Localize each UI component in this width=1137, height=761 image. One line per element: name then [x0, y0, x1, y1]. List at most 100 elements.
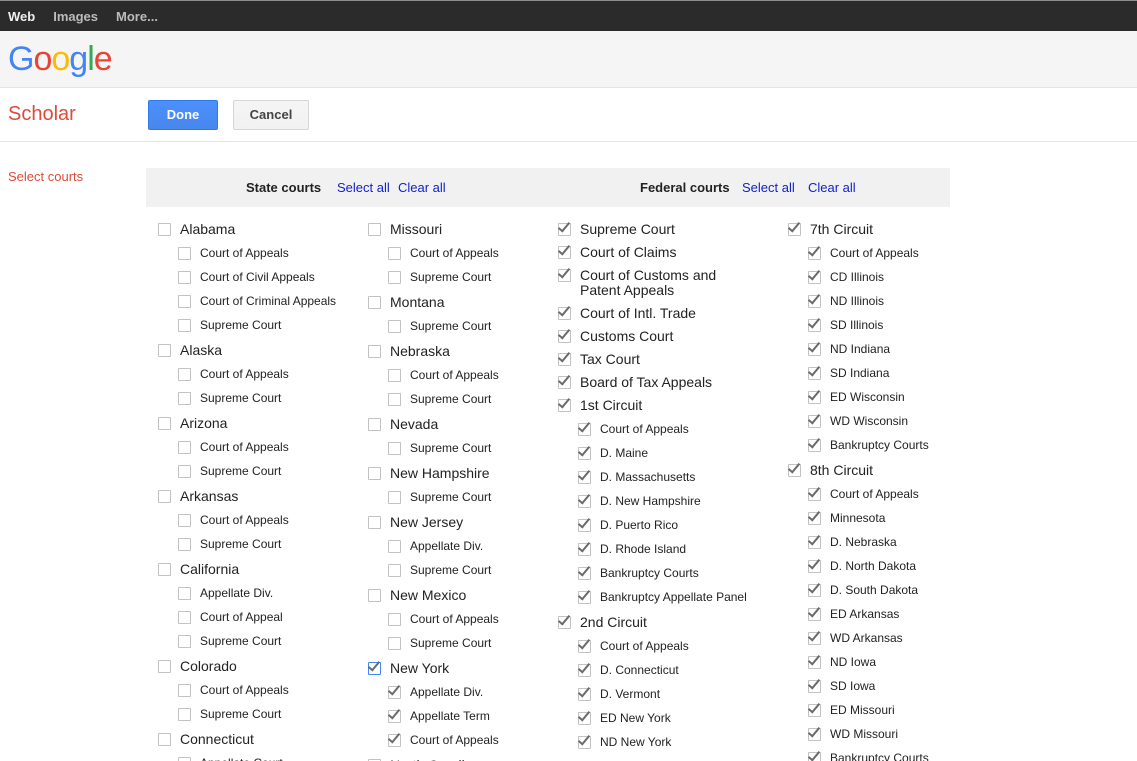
court-label[interactable]: Alaska: [180, 343, 222, 358]
court-row[interactable]: CD Illinois: [808, 270, 983, 285]
court-label[interactable]: Court of Customs and Patent Appeals: [580, 268, 758, 298]
court-checkbox[interactable]: [178, 441, 191, 454]
court-row[interactable]: ND New York: [578, 735, 758, 750]
court-checkbox[interactable]: [808, 608, 821, 621]
court-row[interactable]: Supreme Court: [178, 318, 363, 333]
court-label[interactable]: ED Missouri: [830, 703, 895, 718]
court-row[interactable]: WD Missouri: [808, 727, 983, 742]
court-label[interactable]: Appellate Div.: [410, 539, 483, 554]
court-row[interactable]: Court of Appeals: [178, 367, 363, 382]
court-row[interactable]: SD Indiana: [808, 366, 983, 381]
court-label[interactable]: D. South Dakota: [830, 583, 918, 598]
court-label[interactable]: Court of Appeal: [200, 610, 283, 625]
court-checkbox[interactable]: [808, 704, 821, 717]
court-checkbox[interactable]: [578, 495, 591, 508]
court-row[interactable]: Court of Civil Appeals: [178, 270, 363, 285]
court-row[interactable]: D. New Hampshire: [578, 494, 758, 509]
court-row[interactable]: Appellate Term: [388, 709, 553, 724]
court-checkbox[interactable]: [808, 367, 821, 380]
court-checkbox[interactable]: [178, 684, 191, 697]
court-row[interactable]: D. Puerto Rico: [578, 518, 758, 533]
court-checkbox[interactable]: [558, 269, 571, 282]
court-label[interactable]: 8th Circuit: [810, 463, 873, 478]
court-checkbox[interactable]: [368, 296, 381, 309]
court-label[interactable]: New York: [390, 661, 449, 676]
court-checkbox[interactable]: [388, 442, 401, 455]
court-checkbox[interactable]: [158, 223, 171, 236]
court-checkbox[interactable]: [178, 708, 191, 721]
court-label[interactable]: Board of Tax Appeals: [580, 375, 712, 390]
court-label[interactable]: Nebraska: [390, 344, 450, 359]
court-label[interactable]: Bankruptcy Courts: [830, 438, 929, 453]
court-row[interactable]: Supreme Court: [178, 537, 363, 552]
court-label[interactable]: Court of Appeals: [830, 246, 919, 261]
court-row[interactable]: Supreme Court: [178, 464, 363, 479]
court-checkbox[interactable]: [808, 415, 821, 428]
court-checkbox[interactable]: [178, 635, 191, 648]
court-checkbox[interactable]: [368, 418, 381, 431]
court-row[interactable]: Bankruptcy Courts: [578, 566, 758, 581]
court-checkbox[interactable]: [178, 368, 191, 381]
court-label[interactable]: New Mexico: [390, 588, 466, 603]
court-label[interactable]: Supreme Court: [410, 392, 491, 407]
court-label[interactable]: Supreme Court: [200, 318, 281, 333]
court-row[interactable]: Court of Appeals: [178, 683, 363, 698]
court-row[interactable]: Supreme Court: [388, 392, 553, 407]
court-checkbox[interactable]: [388, 369, 401, 382]
court-row[interactable]: Montana: [368, 295, 553, 310]
court-row[interactable]: WD Arkansas: [808, 631, 983, 646]
court-checkbox[interactable]: [178, 271, 191, 284]
court-label[interactable]: Court of Criminal Appeals: [200, 294, 336, 309]
court-label[interactable]: Supreme Court: [200, 537, 281, 552]
court-label[interactable]: Court of Appeals: [830, 487, 919, 502]
court-label[interactable]: ND Indiana: [830, 342, 890, 357]
court-checkbox[interactable]: [178, 514, 191, 527]
court-checkbox[interactable]: [558, 616, 571, 629]
court-checkbox[interactable]: [158, 563, 171, 576]
court-checkbox[interactable]: [578, 688, 591, 701]
court-checkbox[interactable]: [808, 343, 821, 356]
court-checkbox[interactable]: [388, 491, 401, 504]
court-row[interactable]: Missouri: [368, 222, 553, 237]
court-row[interactable]: New Mexico: [368, 588, 553, 603]
court-label[interactable]: Appellate Div.: [410, 685, 483, 700]
court-label[interactable]: Customs Court: [580, 329, 673, 344]
court-label[interactable]: Bankruptcy Courts: [600, 566, 699, 581]
court-label[interactable]: Court of Appeals: [200, 440, 289, 455]
court-label[interactable]: Bankruptcy Courts: [830, 751, 929, 761]
court-checkbox[interactable]: [158, 417, 171, 430]
court-checkbox[interactable]: [578, 423, 591, 436]
court-label[interactable]: Tax Court: [580, 352, 640, 367]
court-row[interactable]: Arkansas: [158, 489, 363, 504]
court-row[interactable]: Court of Criminal Appeals: [178, 294, 363, 309]
court-row[interactable]: Court of Claims: [558, 245, 758, 260]
court-row[interactable]: SD Iowa: [808, 679, 983, 694]
court-row[interactable]: Appellate Div.: [388, 539, 553, 554]
court-checkbox[interactable]: [178, 587, 191, 600]
court-checkbox[interactable]: [808, 391, 821, 404]
court-row[interactable]: Court of Appeals: [178, 440, 363, 455]
court-label[interactable]: Supreme Court: [200, 707, 281, 722]
court-label[interactable]: 7th Circuit: [810, 222, 873, 237]
court-checkbox[interactable]: [388, 637, 401, 650]
court-checkbox[interactable]: [788, 223, 801, 236]
court-label[interactable]: SD Iowa: [830, 679, 875, 694]
court-checkbox[interactable]: [558, 376, 571, 389]
court-checkbox[interactable]: [158, 490, 171, 503]
court-row[interactable]: Appellate Court: [178, 756, 363, 761]
court-row[interactable]: Alaska: [158, 343, 363, 358]
court-row[interactable]: Alabama: [158, 222, 363, 237]
court-checkbox[interactable]: [178, 392, 191, 405]
court-row[interactable]: Court of Intl. Trade: [558, 306, 758, 321]
court-row[interactable]: ED Missouri: [808, 703, 983, 718]
court-label[interactable]: Supreme Court: [580, 222, 675, 237]
court-checkbox[interactable]: [808, 319, 821, 332]
court-checkbox[interactable]: [788, 464, 801, 477]
court-checkbox[interactable]: [578, 519, 591, 532]
court-checkbox[interactable]: [388, 686, 401, 699]
court-label[interactable]: Court of Intl. Trade: [580, 306, 696, 321]
court-row[interactable]: Colorado: [158, 659, 363, 674]
court-row[interactable]: Customs Court: [558, 329, 758, 344]
nav-more[interactable]: More...: [116, 9, 158, 24]
scholar-link[interactable]: Scholar: [8, 103, 76, 126]
